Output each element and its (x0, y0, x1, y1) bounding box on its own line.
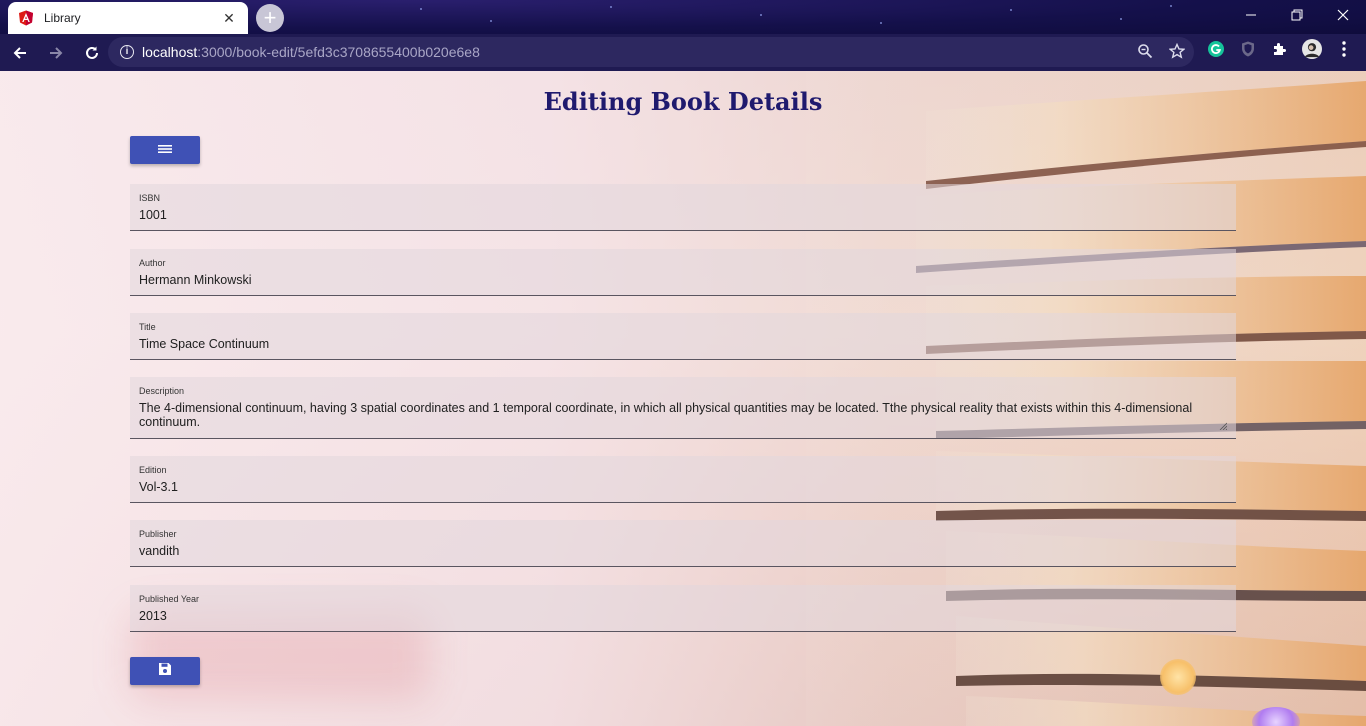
forward-button[interactable] (40, 37, 72, 69)
browser-titlebar: Library ✕ + (0, 0, 1366, 34)
published-year-input[interactable]: 2013 (139, 609, 1227, 624)
list-icon (157, 141, 173, 159)
description-field[interactable]: Description The 4-dimensional continuum,… (130, 377, 1236, 439)
url-host: localhost (142, 44, 198, 60)
zoom-icon[interactable] (1136, 42, 1154, 60)
book-list-button[interactable] (130, 136, 200, 164)
description-label: Description (139, 386, 185, 396)
published-year-label: Published Year (139, 594, 200, 604)
bookmark-star-icon[interactable] (1168, 42, 1186, 60)
shield-extension-icon[interactable] (1238, 39, 1258, 59)
published-year-field[interactable]: Published Year 2013 (130, 585, 1236, 632)
edition-label: Edition (139, 465, 167, 475)
isbn-field[interactable]: ISBN 1001 (130, 184, 1236, 231)
url-path: :3000/book-edit/5efd3c3708655400b020e6e8 (197, 44, 480, 60)
grammarly-extension-icon[interactable] (1206, 39, 1226, 59)
page-title: Editing Book Details (543, 87, 823, 116)
page-content: Editing Book Details ISBN 1001 Author He… (0, 71, 1366, 726)
angular-logo-icon (18, 10, 34, 26)
isbn-input[interactable]: 1001 (139, 208, 1227, 223)
minimize-window-button[interactable] (1228, 0, 1274, 30)
publisher-input[interactable]: vandith (139, 544, 1227, 559)
back-button[interactable] (4, 37, 36, 69)
save-button[interactable] (130, 657, 200, 685)
address-bar[interactable]: i localhost:3000/book-edit/5efd3c3708655… (108, 37, 1194, 67)
author-label: Author (139, 258, 166, 268)
site-info-icon[interactable]: i (120, 45, 134, 59)
publisher-field[interactable]: Publisher vandith (130, 520, 1236, 567)
tab-close-icon[interactable]: ✕ (220, 10, 238, 27)
browser-toolbar: i localhost:3000/book-edit/5efd3c3708655… (0, 34, 1366, 71)
resize-grip-icon[interactable] (1219, 422, 1227, 430)
extensions-puzzle-icon[interactable] (1270, 39, 1290, 59)
save-icon (157, 661, 173, 682)
author-field[interactable]: Author Hermann Minkowski (130, 249, 1236, 296)
browser-tab[interactable]: Library ✕ (8, 2, 248, 34)
new-tab-button[interactable]: + (256, 4, 284, 32)
browser-menu-icon[interactable] (1334, 39, 1354, 59)
title-field[interactable]: Title Time Space Continuum (130, 313, 1236, 360)
profile-avatar[interactable] (1302, 39, 1322, 59)
author-input[interactable]: Hermann Minkowski (139, 273, 1227, 288)
title-input[interactable]: Time Space Continuum (139, 337, 1227, 352)
publisher-label: Publisher (139, 529, 177, 539)
restore-window-button[interactable] (1274, 0, 1320, 30)
edition-field[interactable]: Edition Vol-3.1 (130, 456, 1236, 503)
edition-input[interactable]: Vol-3.1 (139, 480, 1227, 495)
tab-title: Library (44, 11, 81, 25)
isbn-label: ISBN (139, 193, 161, 203)
title-label: Title (139, 322, 156, 332)
light-orb (1160, 659, 1196, 695)
description-textarea[interactable]: The 4-dimensional continuum, having 3 sp… (139, 401, 1227, 429)
reload-button[interactable] (76, 37, 108, 69)
close-window-button[interactable] (1320, 0, 1366, 30)
